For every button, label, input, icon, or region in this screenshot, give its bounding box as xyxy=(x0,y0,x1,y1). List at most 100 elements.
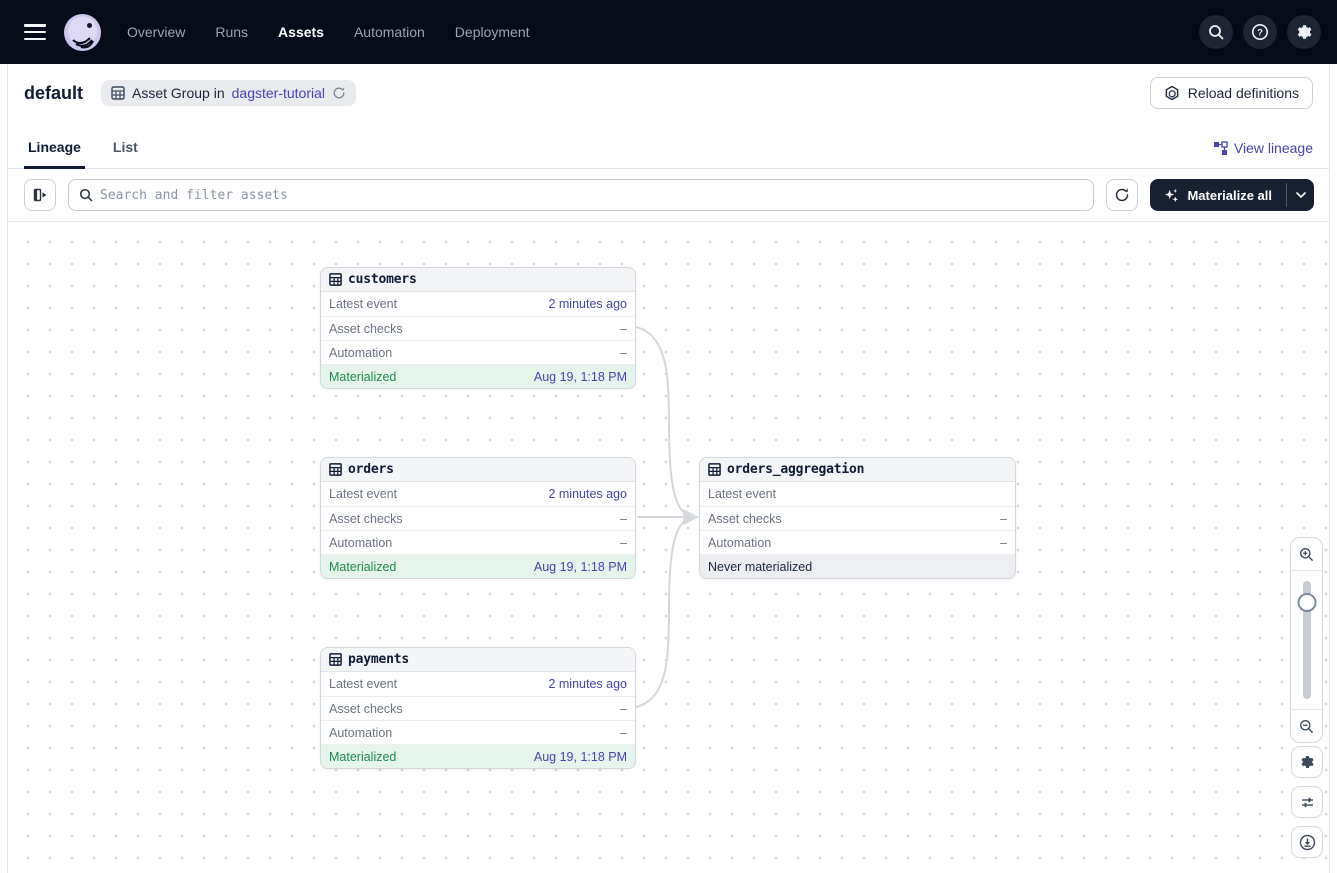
row-label: Asset checks xyxy=(329,512,403,526)
automation-row: Automation – xyxy=(321,530,635,554)
circle-down-arrow-icon xyxy=(1299,834,1316,851)
view-lineage-link[interactable]: View lineage xyxy=(1213,140,1313,168)
lineage-graph-canvas[interactable]: customers Latest event 2 minutes ago Ass… xyxy=(8,222,1329,873)
row-label: Asset checks xyxy=(329,322,403,336)
nav-items: Overview Runs Assets Automation Deployme… xyxy=(127,24,530,40)
status-label: Materialized xyxy=(329,560,396,574)
nav-item-overview[interactable]: Overview xyxy=(127,24,185,40)
search-icon xyxy=(1208,24,1225,41)
sparkles-icon xyxy=(1164,188,1179,203)
row-value: – xyxy=(620,322,627,336)
asset-checks-row: Asset checks – xyxy=(321,316,635,340)
help-button[interactable]: ? xyxy=(1243,15,1277,49)
asset-node-payments[interactable]: payments Latest event 2 minutes ago Asse… xyxy=(320,647,636,769)
zoom-out-button[interactable] xyxy=(1291,710,1322,742)
materialization-status-row: Materialized Aug 19, 1:18 PM xyxy=(321,364,635,388)
header-actions: Reload definitions xyxy=(1150,77,1313,109)
materialization-status-row: Materialized Aug 19, 1:18 PM xyxy=(321,554,635,578)
expand-sidebar-button[interactable] xyxy=(24,179,56,211)
main-content: default Asset Group in dagster-tutorial … xyxy=(7,64,1330,873)
search-icon xyxy=(79,188,93,202)
nav-item-automation[interactable]: Automation xyxy=(354,24,425,40)
materialization-status-row: Materialized Aug 19, 1:18 PM xyxy=(321,744,635,768)
hamburger-menu-icon[interactable] xyxy=(24,24,46,40)
row-label: Asset checks xyxy=(708,512,782,526)
asset-checks-row: Asset checks – xyxy=(321,506,635,530)
panel-expand-icon xyxy=(32,187,48,203)
tab-list[interactable]: List xyxy=(109,139,142,168)
table-icon xyxy=(329,463,342,476)
code-location-reload-icon xyxy=(1164,85,1180,101)
latest-event-row: Latest event 2 minutes ago xyxy=(321,672,635,696)
row-label: Asset checks xyxy=(329,702,403,716)
latest-event-link[interactable]: 2 minutes ago xyxy=(548,487,627,501)
nav-item-assets[interactable]: Assets xyxy=(278,24,324,40)
status-label: Never materialized xyxy=(708,560,812,574)
row-value: – xyxy=(620,702,627,716)
nav-item-runs[interactable]: Runs xyxy=(215,24,248,40)
latest-event-link[interactable]: 2 minutes ago xyxy=(548,677,627,691)
asset-node-header: orders_aggregation xyxy=(700,458,1015,482)
graph-filters-button[interactable] xyxy=(1291,786,1323,818)
sliders-icon xyxy=(1300,795,1315,810)
row-label: Latest event xyxy=(329,677,397,691)
asset-name: orders_aggregation xyxy=(727,462,864,477)
row-value: – xyxy=(1000,512,1007,526)
chevron-down-icon xyxy=(1296,192,1306,198)
row-label: Automation xyxy=(329,726,392,740)
row-value: – xyxy=(620,536,627,550)
asset-checks-row: Asset checks – xyxy=(321,696,635,720)
table-icon xyxy=(329,653,342,666)
asset-search-bar xyxy=(68,179,1094,211)
materialize-all-button[interactable]: Materialize all xyxy=(1150,179,1286,211)
table-icon xyxy=(708,463,721,476)
zoom-control-group xyxy=(1290,537,1323,743)
asset-node-orders[interactable]: orders Latest event 2 minutes ago Asset … xyxy=(320,457,636,579)
materialize-all-label: Materialize all xyxy=(1187,188,1272,203)
lineage-icon xyxy=(1213,141,1228,156)
asset-name: customers xyxy=(348,272,417,287)
zoom-slider[interactable] xyxy=(1291,570,1322,710)
asset-checks-row: Asset checks – xyxy=(700,506,1015,530)
materialize-options-caret[interactable] xyxy=(1287,179,1314,211)
row-label: Latest event xyxy=(329,487,397,501)
nav-item-deployment[interactable]: Deployment xyxy=(455,24,530,40)
zoom-in-button[interactable] xyxy=(1291,538,1322,570)
svg-text:?: ? xyxy=(1257,27,1263,38)
latest-event-link[interactable]: 2 minutes ago xyxy=(548,297,627,311)
zoom-slider-thumb[interactable] xyxy=(1297,593,1316,612)
refresh-icon xyxy=(1114,187,1130,203)
zoom-out-icon xyxy=(1299,719,1314,734)
asset-node-header: orders xyxy=(321,458,635,482)
row-label: Latest event xyxy=(329,297,397,311)
status-label: Materialized xyxy=(329,370,396,384)
graph-toolbar: Materialize all xyxy=(8,169,1329,222)
code-location-link[interactable]: dagster-tutorial xyxy=(232,85,325,101)
dagster-logo[interactable] xyxy=(64,14,101,51)
search-input[interactable] xyxy=(100,188,1083,203)
graph-settings-button[interactable] xyxy=(1291,746,1323,778)
search-button[interactable] xyxy=(1199,15,1233,49)
materialization-time-link[interactable]: Aug 19, 1:18 PM xyxy=(534,750,627,764)
octopus-icon xyxy=(64,14,101,51)
asset-node-customers[interactable]: customers Latest event 2 minutes ago Ass… xyxy=(320,267,636,389)
help-icon: ? xyxy=(1251,23,1269,41)
nav-actions: ? xyxy=(1199,15,1321,49)
gear-icon xyxy=(1295,23,1313,41)
row-value: – xyxy=(620,346,627,360)
settings-button[interactable] xyxy=(1287,15,1321,49)
asset-node-header: payments xyxy=(321,648,635,672)
asset-name: payments xyxy=(348,652,409,667)
refresh-assets-button[interactable] xyxy=(1106,179,1138,211)
latest-event-row: Latest event xyxy=(700,482,1015,506)
refresh-icon[interactable] xyxy=(332,86,346,100)
recenter-graph-button[interactable] xyxy=(1291,826,1323,858)
asset-node-orders-aggregation[interactable]: orders_aggregation Latest event Asset ch… xyxy=(699,457,1016,579)
tab-lineage[interactable]: Lineage xyxy=(24,139,85,168)
materialization-time-link[interactable]: Aug 19, 1:18 PM xyxy=(534,560,627,574)
asset-node-header: customers xyxy=(321,268,635,292)
materialization-time-link[interactable]: Aug 19, 1:18 PM xyxy=(534,370,627,384)
reload-definitions-button[interactable]: Reload definitions xyxy=(1150,77,1313,109)
top-nav: Overview Runs Assets Automation Deployme… xyxy=(0,0,1337,64)
page-header: default Asset Group in dagster-tutorial … xyxy=(8,64,1329,122)
